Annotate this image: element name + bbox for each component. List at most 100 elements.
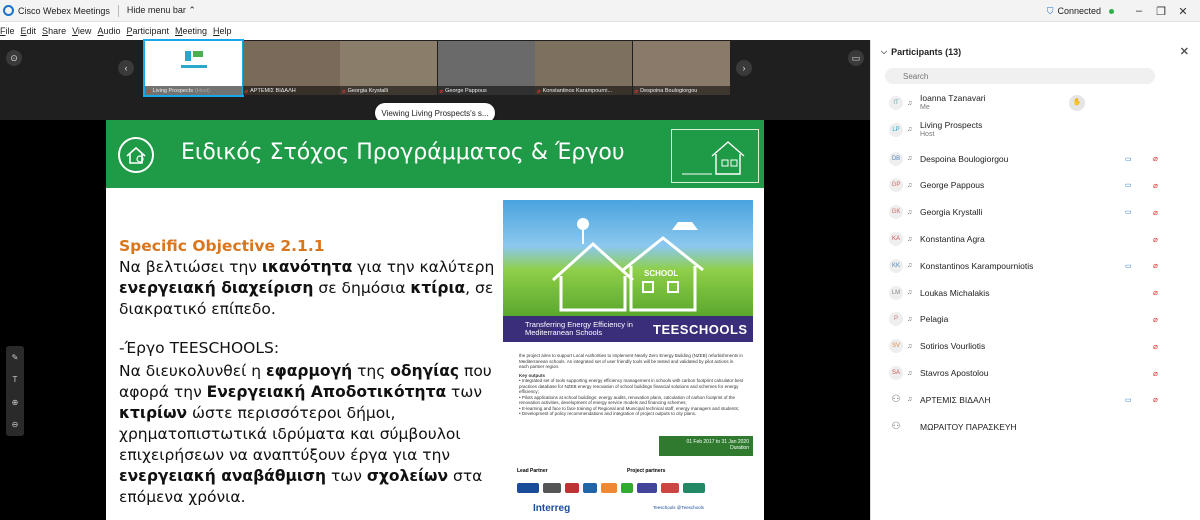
camera-icon[interactable]: ▭ [1125, 181, 1132, 189]
app-title: Cisco Webex Meetings [18, 5, 110, 16]
avatar: DB [889, 151, 903, 166]
close-icon[interactable]: ✕ [1180, 45, 1189, 58]
menu-item-share[interactable]: Share [42, 26, 66, 36]
participant-row[interactable]: KA ♫ Konstantina Agra ⌀ [871, 226, 1200, 252]
restore-button[interactable]: ❐ [1152, 5, 1170, 18]
video-tile[interactable]: ⌀ Konstantinos Karampourni... [535, 41, 632, 95]
pen-icon[interactable]: ✎ [12, 353, 19, 362]
participant-search-input[interactable] [885, 68, 1155, 84]
poster-image: SCHOOL [503, 200, 753, 316]
objective-heading: Specific Objective 2.1.1 [119, 237, 325, 255]
bold-phrase: εφαρμογή [266, 362, 353, 380]
mic-muted-icon: ⌀ [147, 88, 151, 95]
audio-icon: ♫ [907, 99, 913, 107]
camera-icon[interactable]: ▭ [1125, 262, 1132, 270]
participant-row[interactable]: LM ♫ Loukas Michalakis ⌀ [871, 280, 1200, 306]
poster-output-item: • Pilots applications at school building… [519, 394, 735, 406]
mic-muted-icon[interactable]: ⌀ [1153, 315, 1158, 324]
chevron-down-icon[interactable]: ⌵ [881, 47, 887, 57]
tile-name: Despoina Boulogiorgou [640, 88, 698, 94]
video-tile[interactable]: ⌀ George Pappous [437, 41, 535, 95]
poster-duration-label: Duration [730, 445, 749, 451]
menu-item-edit[interactable]: Edit [21, 26, 37, 36]
participant-name: Georgia Krystalli [920, 207, 983, 218]
slide-body-text: Specific Objective 2.1.1 Να βελτιώσει τη… [119, 236, 499, 508]
menu-item-help[interactable]: Help [213, 26, 232, 36]
mic-muted-icon[interactable]: ⌀ [1153, 342, 1158, 351]
bold-phrase: Ενεργειακή Αποδοτικότητα [206, 383, 447, 401]
camera-icon[interactable]: ▭ [1125, 155, 1132, 163]
menu-item-view[interactable]: View [72, 26, 91, 36]
connection-dot-icon [1109, 8, 1114, 14]
camera-icon[interactable]: ▭ [1125, 208, 1132, 216]
avatar: SV [889, 339, 903, 354]
video-tile-label: ⌀ Konstantinos Karampourni... [535, 86, 632, 95]
avatar: P [889, 312, 903, 327]
participant-row[interactable]: SV ♫ Sotirios Vourliotis ⌀ [871, 333, 1200, 359]
participant-row[interactable]: IT ♫ Ioanna Tzanavari Me ✋ [871, 90, 1200, 116]
participant-row[interactable]: KK ♫ Konstantinos Karampourniotis ▭ ⌀ [871, 253, 1200, 279]
participant-name: Konstantina Agra [920, 234, 985, 244]
mic-muted-icon[interactable]: ⌀ [1153, 369, 1158, 378]
participant-row[interactable]: SA ♫ Stavros Apostolou ⌀ [871, 360, 1200, 386]
layout-icon[interactable]: ▭ [848, 50, 864, 66]
hide-menu-bar-button[interactable]: Hide menu bar ⌃ [127, 5, 196, 16]
participant-row[interactable]: ⚇ ♫ ΑΡΤΕΜΙΣ ΒΙΔΑΛΗ ▭ ⌀ [871, 387, 1200, 413]
participant-row[interactable]: GK ♫ Georgia Krystalli ▭ ⌀ [871, 199, 1200, 225]
participant-row[interactable]: P ♫ Pelagia ⌀ [871, 306, 1200, 332]
participant-row[interactable]: DB ♫ Despoina Boulogiorgou ▭ ⌀ [871, 146, 1200, 172]
menu-item-file[interactable]: File [0, 26, 15, 36]
text-icon[interactable]: T [13, 375, 18, 384]
more-options-icon[interactable]: ⊙ [6, 50, 22, 66]
menu-item-audio[interactable]: Audio [97, 26, 120, 36]
audio-icon: ♫ [907, 315, 913, 323]
video-tile[interactable]: ⌀ Georgia Krystalli [340, 41, 437, 95]
mic-muted-icon[interactable]: ⌀ [1153, 261, 1158, 270]
window-controls: ⛉ Connected – ❐ ✕ [1047, 0, 1192, 22]
title-separator [117, 4, 119, 17]
participant-name: ΑΡΤΕΜΙΣ ΒΙΔΑΛΗ [920, 394, 991, 405]
participant-row[interactable]: LP ♫ Living Prospects Host [871, 117, 1200, 143]
raise-hand-icon[interactable]: ✋ [1069, 95, 1085, 111]
mic-muted-icon[interactable]: ⌀ [1153, 288, 1158, 297]
connection-status[interactable]: Connected [1057, 6, 1101, 16]
poster-project-name: TEESCHOOLS [653, 322, 748, 337]
menu-item-participant[interactable]: Participant [126, 26, 169, 36]
mic-muted-icon[interactable]: ⌀ [1153, 235, 1158, 244]
participant-name: Ioanna Tzanavari [920, 93, 986, 103]
participant-name: Living Prospects [920, 119, 983, 130]
filmstrip-next-button[interactable]: › [736, 60, 752, 76]
annotation-toolbar: ✎ T ⊕ ⊖ [6, 346, 24, 436]
zoom-in-icon[interactable]: ⊕ [12, 398, 19, 407]
mic-muted-icon[interactable]: ⌀ [1153, 181, 1158, 190]
avatar: LM [889, 285, 903, 300]
participant-row[interactable]: GP ♫ George Pappous ▭ ⌀ [871, 172, 1200, 198]
mic-muted-icon[interactable]: ⌀ [1153, 395, 1158, 404]
menu-item-meeting[interactable]: Meeting [175, 26, 207, 36]
objective-paragraph: Να βελτιώσει την ικανότητα για την καλύτ… [119, 257, 499, 320]
avatar: LP [889, 122, 903, 137]
video-tile[interactable]: ⌀ Living Prospects (Host) [143, 39, 244, 97]
tile-role: (Host) [194, 88, 210, 94]
participants-title: Participants (13) [891, 47, 962, 57]
poster-school-label: SCHOOL [644, 269, 679, 278]
video-tile[interactable]: ⌀ ΑΡΤΕΜΙΣ ΒΙΔΑΛΗ [242, 41, 340, 95]
audio-icon: ♫ [907, 262, 913, 270]
zoom-out-icon[interactable]: ⊖ [12, 420, 19, 429]
camera-icon[interactable]: ▭ [1125, 396, 1132, 404]
mic-muted-icon[interactable]: ⌀ [1153, 208, 1158, 217]
user-icon: ⚇ [891, 420, 901, 432]
partner-logo [583, 483, 597, 493]
poster-output-item: • Development of policy recommendations … [519, 411, 697, 416]
participant-row[interactable]: ⚇ ΜΩΡΑΙΤΟΥ ΠΑΡΑΣΚΕΥΗ [871, 414, 1200, 440]
tile-name: Living Prospects [152, 88, 193, 94]
mic-muted-icon[interactable]: ⌀ [1153, 154, 1158, 163]
close-window-button[interactable]: ✕ [1174, 5, 1192, 18]
filmstrip-prev-button[interactable]: ‹ [118, 60, 134, 76]
tile-name: Konstantinos Karampourni... [542, 88, 613, 94]
text-segment: της [352, 362, 391, 380]
video-tile[interactable]: ⌀ Despoina Boulogiorgou [632, 41, 730, 95]
minimize-button[interactable]: – [1130, 5, 1148, 17]
participants-panel: ⌵ Participants (13) ✕ ⌕ IT♫Ioanna Tzanav… [870, 40, 1200, 520]
poster-output-item: • Integrated set of tools supporting ene… [519, 378, 744, 394]
